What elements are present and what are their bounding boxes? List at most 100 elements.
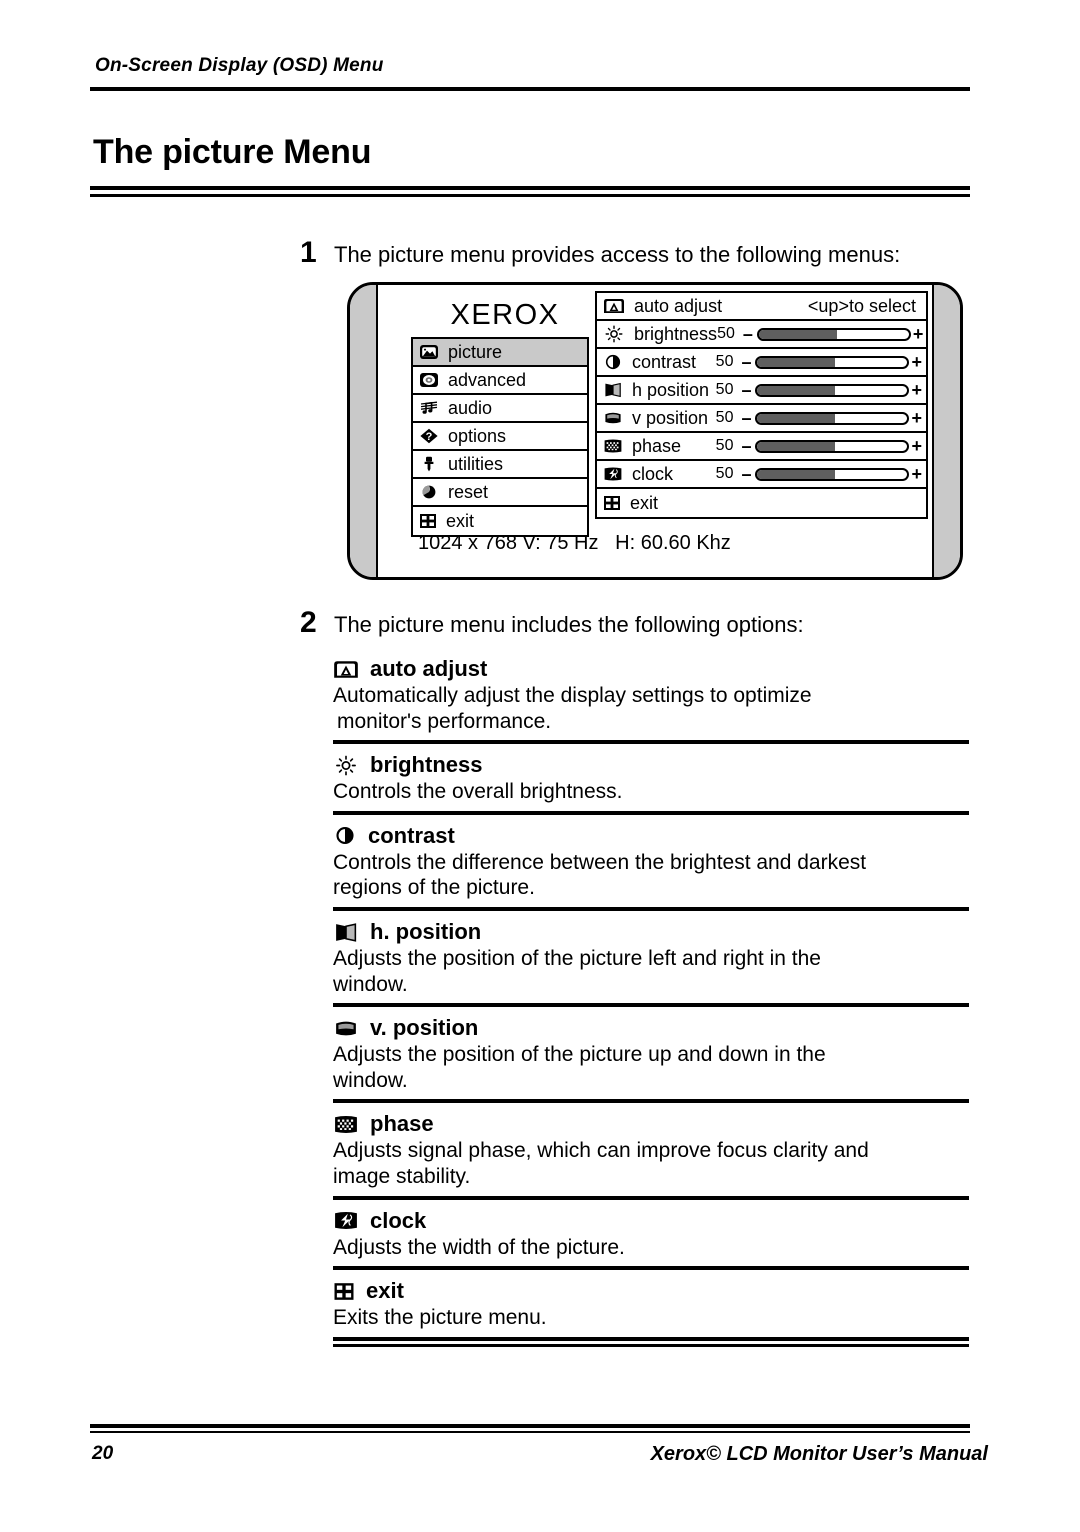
osd-label-auto-adjust: auto adjust bbox=[634, 295, 723, 316]
section-heading-brightness: brightness bbox=[333, 752, 969, 778]
slider-fill-h-position bbox=[757, 385, 836, 395]
osd-value-phase: 50 bbox=[715, 437, 734, 454]
osd-hint-auto-adjust: <up>to select bbox=[807, 295, 916, 316]
sidebar-item-advanced[interactable]: advanced bbox=[413, 367, 587, 395]
auto-adjust-icon bbox=[333, 660, 359, 679]
minus-label-phase[interactable]: – bbox=[741, 437, 751, 455]
page-title: The picture Menu bbox=[93, 133, 372, 171]
section-title-auto-adjust: auto adjust bbox=[370, 656, 488, 681]
osd-row-auto-adjust[interactable]: auto adjust <up>to select bbox=[597, 293, 926, 321]
clock-icon bbox=[333, 1210, 359, 1231]
minus-label-clock[interactable]: – bbox=[741, 465, 751, 483]
svg-text:?: ? bbox=[426, 431, 433, 443]
osd-row-brightness[interactable]: brightness 50 – + bbox=[597, 321, 926, 349]
auto-adjust-icon bbox=[603, 298, 625, 314]
brightness-icon bbox=[603, 325, 625, 343]
osd-slider-phase[interactable]: – + bbox=[741, 437, 922, 455]
step-2-text: The picture menu includes the following … bbox=[334, 612, 804, 637]
osd-row-contrast[interactable]: contrast 50 – + bbox=[597, 349, 926, 377]
running-head: On-Screen Display (OSD) Menu bbox=[95, 55, 384, 76]
bezel-right bbox=[932, 285, 960, 577]
minus-label-h-position[interactable]: – bbox=[741, 381, 751, 399]
title-rule-top bbox=[90, 186, 970, 190]
step-1-number: 1 bbox=[300, 236, 317, 269]
slider-track-phase[interactable] bbox=[755, 439, 910, 453]
osd-row-clock[interactable]: clock 50 – + bbox=[597, 461, 926, 489]
section-body-line-2: image stability. bbox=[333, 1165, 471, 1189]
section-heading-v-position: v. position bbox=[333, 1015, 969, 1041]
sidebar-item-picture[interactable]: picture bbox=[413, 339, 587, 367]
section-title-contrast: contrast bbox=[368, 822, 455, 848]
section-body-contrast: Controls the difference between the brig… bbox=[333, 850, 969, 901]
sidebar-label-advanced: advanced bbox=[448, 369, 527, 390]
sidebar-label-exit: exit bbox=[446, 510, 475, 531]
clock-icon bbox=[603, 466, 623, 482]
options-icon: ? bbox=[419, 428, 439, 444]
plus-label-v-position[interactable]: + bbox=[911, 409, 922, 427]
section-body-line-2: window. bbox=[333, 1068, 408, 1092]
contrast-icon bbox=[333, 826, 357, 845]
section-heading-auto-adjust: auto adjust bbox=[333, 656, 969, 682]
v-position-icon bbox=[603, 410, 623, 426]
slider-track-brightness[interactable] bbox=[756, 327, 911, 341]
sidebar-item-options[interactable]: ? options bbox=[413, 423, 587, 451]
footer-rule-bottom bbox=[90, 1431, 970, 1433]
osd-label-clock: clock bbox=[632, 463, 674, 484]
osd-slider-contrast[interactable]: – + bbox=[741, 353, 922, 371]
osd-value-clock: 50 bbox=[715, 465, 734, 482]
minus-label-v-position[interactable]: – bbox=[741, 409, 751, 427]
osd-slider-v-position[interactable]: – + bbox=[741, 409, 922, 427]
osd-options-panel: auto adjust <up>to select brightness 50 … bbox=[595, 291, 928, 519]
advanced-icon bbox=[419, 372, 439, 388]
plus-label-h-position[interactable]: + bbox=[911, 381, 922, 399]
page-number: 20 bbox=[92, 1443, 114, 1464]
section-heading-clock: clock bbox=[333, 1208, 969, 1234]
section-body-line-2: window. bbox=[333, 972, 408, 996]
osd-row-h-position[interactable]: h position 50 – + bbox=[597, 377, 926, 405]
slider-track-v-position[interactable] bbox=[755, 411, 910, 425]
osd-slider-brightness[interactable]: – + bbox=[743, 325, 924, 343]
step-2-number: 2 bbox=[300, 606, 317, 639]
plus-label-phase[interactable]: + bbox=[911, 437, 922, 455]
footer-rule-top bbox=[90, 1424, 970, 1428]
sidebar-item-exit[interactable]: exit bbox=[413, 507, 587, 535]
osd-label-phase: phase bbox=[632, 435, 682, 456]
minus-label-contrast[interactable]: – bbox=[741, 353, 751, 371]
contrast-icon bbox=[603, 354, 623, 370]
sidebar-label-options: options bbox=[448, 425, 507, 446]
h-position-icon bbox=[603, 382, 623, 398]
plus-label-brightness[interactable]: + bbox=[913, 325, 924, 343]
section-heading-exit: exit bbox=[333, 1278, 969, 1304]
section-exit: exit Exits the picture menu. bbox=[333, 1270, 969, 1337]
osd-row-phase[interactable]: phase 50 – + bbox=[597, 433, 926, 461]
osd-row-v-position[interactable]: v position 50 – + bbox=[597, 405, 926, 433]
osd-row-exit[interactable]: exit bbox=[597, 489, 926, 517]
monitor-illustration: XEROX picture advanced audio ? options u… bbox=[347, 282, 963, 580]
v-position-icon bbox=[333, 1018, 359, 1039]
section-title-phase: phase bbox=[370, 1111, 434, 1137]
section-body-brightness: Controls the overall brightness. bbox=[333, 779, 969, 805]
sidebar-item-audio[interactable]: audio bbox=[413, 395, 587, 423]
osd-value-brightness: 50 bbox=[717, 325, 735, 342]
osd-slider-h-position[interactable]: – + bbox=[741, 381, 922, 399]
plus-label-contrast[interactable]: + bbox=[911, 353, 922, 371]
slider-track-contrast[interactable] bbox=[755, 355, 910, 369]
section-body-line-1: Adjusts the width of the picture. bbox=[333, 1235, 625, 1259]
section-body-line-1: Adjusts the position of the picture left… bbox=[333, 947, 821, 971]
slider-fill-brightness bbox=[758, 329, 837, 339]
exit-icon bbox=[419, 513, 437, 529]
section-body-auto-adjust: Automatically adjust the display setting… bbox=[333, 683, 969, 734]
section-contrast: contrast Controls the difference between… bbox=[333, 815, 969, 907]
slider-fill-contrast bbox=[757, 357, 836, 367]
slider-track-clock[interactable] bbox=[755, 467, 910, 481]
step-1-text: The picture menu provides access to the … bbox=[334, 242, 901, 267]
sidebar-item-utilities[interactable]: utilities bbox=[413, 451, 587, 479]
slider-track-h-position[interactable] bbox=[755, 383, 910, 397]
phase-icon bbox=[603, 438, 623, 454]
slider-fill-clock bbox=[757, 469, 836, 479]
osd-value-v-position: 50 bbox=[715, 409, 734, 426]
minus-label-brightness[interactable]: – bbox=[743, 325, 753, 343]
osd-slider-clock[interactable]: – + bbox=[741, 465, 922, 483]
plus-label-clock[interactable]: + bbox=[911, 465, 922, 483]
sidebar-item-reset[interactable]: reset bbox=[413, 479, 587, 507]
